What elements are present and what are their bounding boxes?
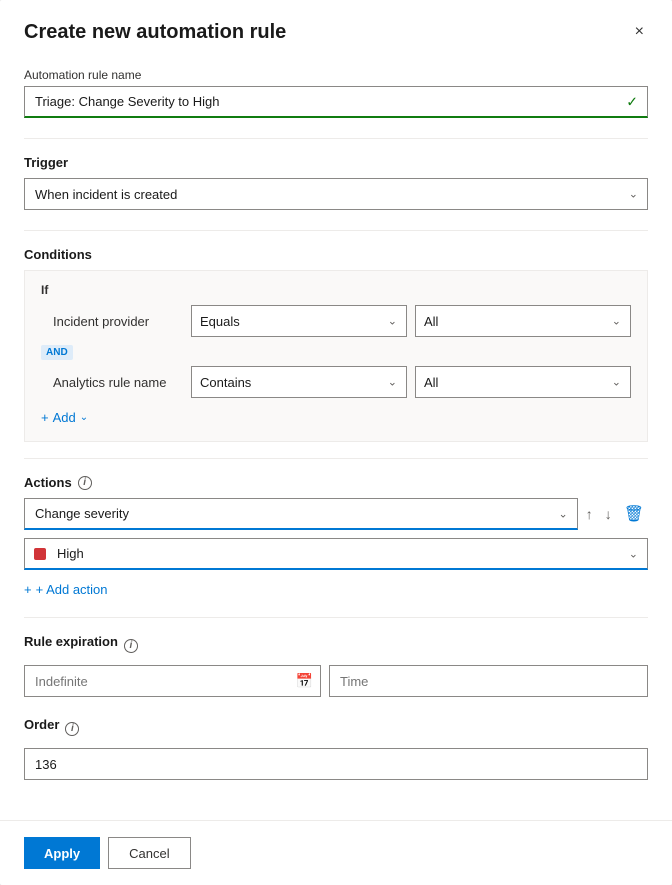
expiration-label-row: Rule expiration i bbox=[24, 634, 648, 657]
expiration-label: Rule expiration bbox=[24, 634, 118, 649]
condition-row-2: Analytics rule name Contains Not contain… bbox=[41, 366, 631, 398]
severity-select[interactable]: High Medium Low Informational bbox=[24, 538, 648, 570]
rule-name-label: Automation rule name bbox=[24, 68, 648, 82]
action-move-up-button[interactable]: ↑ bbox=[582, 502, 597, 526]
and-condition-wrapper: AND Analytics rule name Contains Not con… bbox=[41, 345, 631, 398]
condition-2-value-wrapper: All Specific ⌄ bbox=[415, 366, 631, 398]
action-down-icon: ↓ bbox=[605, 506, 612, 522]
add-action-plus-icon: + bbox=[24, 582, 32, 597]
severity-select-wrapper: High Medium Low Informational ⌄ bbox=[24, 538, 648, 570]
divider-4 bbox=[24, 617, 648, 618]
conditions-label: Conditions bbox=[24, 247, 648, 262]
condition-1-value-wrapper: All Microsoft Other ⌄ bbox=[415, 305, 631, 337]
and-badge-row: AND bbox=[41, 345, 631, 360]
condition-1-label: Incident provider bbox=[41, 314, 191, 329]
divider-2 bbox=[24, 230, 648, 231]
actions-info-icon: i bbox=[78, 476, 92, 490]
action-delete-icon: 🗑 bbox=[624, 504, 644, 524]
add-condition-button[interactable]: + Add ⌄ bbox=[41, 406, 88, 429]
condition-2-label: Analytics rule name bbox=[41, 375, 191, 390]
condition-2-operator-wrapper: Contains Not contains Equals ⌄ bbox=[191, 366, 407, 398]
actions-section: Actions i Change severity Change status … bbox=[24, 475, 648, 601]
conditions-block: If Incident provider Equals Not equals ⌄ bbox=[24, 270, 648, 442]
trigger-select-wrapper: When incident is created When incident i… bbox=[24, 178, 648, 210]
actions-label-row: Actions i bbox=[24, 475, 648, 490]
order-label-row: Order i bbox=[24, 717, 648, 740]
cancel-button[interactable]: Cancel bbox=[108, 837, 190, 869]
condition-1-operator-select[interactable]: Equals Not equals bbox=[191, 305, 407, 337]
add-condition-label: Add bbox=[53, 410, 76, 425]
conditions-section: Conditions If Incident provider Equals N… bbox=[24, 247, 648, 442]
condition-1-operator-wrapper: Equals Not equals ⌄ bbox=[191, 305, 407, 337]
add-action-label: + Add action bbox=[36, 582, 108, 597]
condition-2-selects: Contains Not contains Equals ⌄ All Speci… bbox=[191, 366, 631, 398]
add-action-button[interactable]: + + Add action bbox=[24, 578, 108, 601]
rule-expiration-group: Rule expiration i 📅 bbox=[24, 634, 648, 697]
condition-2-operator-select[interactable]: Contains Not contains Equals bbox=[191, 366, 407, 398]
dialog-header: Create new automation rule × bbox=[0, 0, 672, 60]
add-condition-chevron-icon: ⌄ bbox=[80, 412, 88, 423]
rule-expiration-row: 📅 bbox=[24, 665, 648, 697]
expiration-info-icon: i bbox=[124, 639, 138, 653]
add-condition-icon: + bbox=[41, 410, 49, 425]
order-info-icon: i bbox=[65, 722, 79, 736]
divider-3 bbox=[24, 458, 648, 459]
dialog-title: Create new automation rule bbox=[24, 21, 286, 44]
apply-button[interactable]: Apply bbox=[24, 837, 100, 869]
expiration-date-input[interactable] bbox=[24, 665, 321, 697]
condition-1-value-select[interactable]: All Microsoft Other bbox=[415, 305, 631, 337]
action-delete-button[interactable]: 🗑 bbox=[620, 500, 648, 528]
condition-2-value-select[interactable]: All Specific bbox=[415, 366, 631, 398]
rule-name-group: Automation rule name ✓ bbox=[24, 68, 648, 118]
dialog-footer: Apply Cancel bbox=[0, 820, 672, 885]
dialog-body: Automation rule name ✓ Trigger When inci… bbox=[0, 60, 672, 820]
action-icons-group: ↑ ↓ 🗑 bbox=[582, 500, 648, 528]
order-input[interactable] bbox=[24, 748, 648, 780]
valid-checkmark: ✓ bbox=[626, 94, 638, 111]
action-row: Change severity Change status Add tags A… bbox=[24, 498, 648, 530]
condition-row-1: Incident provider Equals Not equals ⌄ bbox=[41, 305, 631, 337]
action-up-icon: ↑ bbox=[586, 506, 593, 522]
actions-label: Actions bbox=[24, 475, 72, 490]
rule-name-input[interactable] bbox=[24, 86, 648, 118]
create-automation-rule-dialog: Create new automation rule × Automation … bbox=[0, 0, 672, 885]
action-move-down-button[interactable]: ↓ bbox=[601, 502, 616, 526]
trigger-group: Trigger When incident is created When in… bbox=[24, 155, 648, 210]
severity-row: High Medium Low Informational ⌄ bbox=[24, 538, 648, 570]
divider-1 bbox=[24, 138, 648, 139]
trigger-label: Trigger bbox=[24, 155, 648, 170]
order-group: Order i bbox=[24, 717, 648, 780]
trigger-select[interactable]: When incident is created When incident i… bbox=[24, 178, 648, 210]
order-label: Order bbox=[24, 717, 59, 732]
condition-1-selects: Equals Not equals ⌄ All Microsoft Other bbox=[191, 305, 631, 337]
expiration-date-wrapper: 📅 bbox=[24, 665, 321, 697]
action-type-select[interactable]: Change severity Change status Add tags A… bbox=[24, 498, 578, 530]
expiration-time-input[interactable] bbox=[329, 665, 648, 697]
and-badge: AND bbox=[41, 345, 73, 360]
close-button[interactable]: × bbox=[631, 20, 648, 44]
action-select-wrapper: Change severity Change status Add tags A… bbox=[24, 498, 578, 530]
if-label: If bbox=[41, 283, 631, 297]
